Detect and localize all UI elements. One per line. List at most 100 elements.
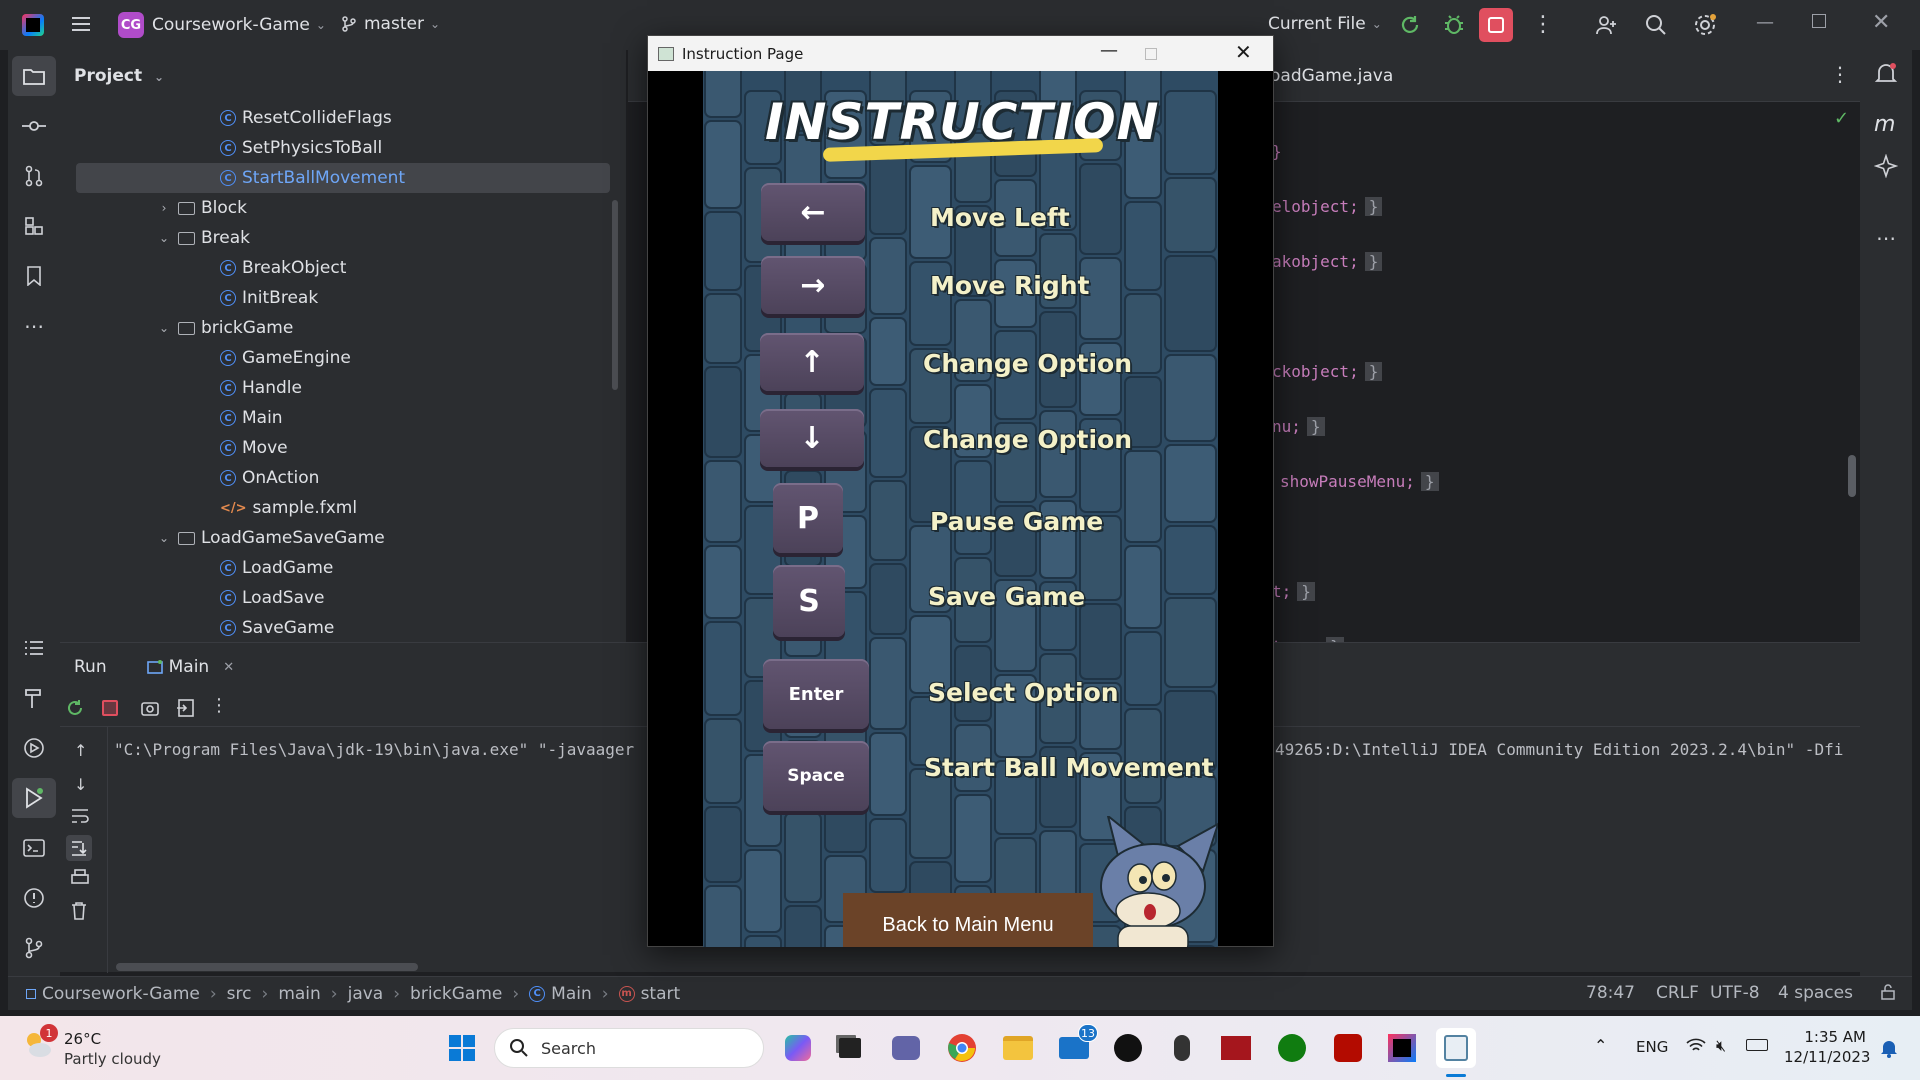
mouse-app-icon[interactable] — [1162, 1028, 1202, 1068]
screenshot-camera-icon[interactable] — [140, 698, 160, 722]
tree-file-row[interactable]: C StartBallMovement — [76, 163, 610, 193]
pull-requests-icon[interactable] — [8, 156, 60, 196]
scroll-to-end-icon[interactable] — [66, 835, 92, 861]
commit-tool-icon[interactable] — [8, 106, 60, 146]
folded-brace[interactable]: } — [1364, 197, 1383, 216]
window-minimize-icon[interactable]: — — [1100, 40, 1118, 61]
tree-file-row[interactable]: C BreakObject — [220, 253, 346, 283]
tree-file-row[interactable]: C LoadGame — [220, 553, 333, 583]
mail-icon[interactable]: 13 — [1054, 1024, 1098, 1068]
line-separator[interactable]: CRLF — [1656, 983, 1699, 1003]
print-icon[interactable] — [70, 869, 90, 891]
add-user-icon[interactable] — [1594, 13, 1618, 41]
folded-brace[interactable]: } — [1420, 472, 1439, 491]
window-close-icon[interactable]: ✕ — [1872, 10, 1890, 35]
folded-brace[interactable]: } — [1364, 362, 1383, 381]
code-line[interactable]: nu;} — [1272, 417, 1325, 436]
trash-icon[interactable] — [70, 901, 88, 925]
soft-wrap-icon[interactable] — [70, 807, 90, 829]
instruction-window-titlebar[interactable]: Instruction Page — ✕ — [648, 36, 1273, 71]
project-tool-icon[interactable] — [12, 56, 56, 96]
weather-widget[interactable]: 1 — [22, 1024, 58, 1064]
notifications-bell-icon[interactable] — [1874, 62, 1898, 90]
more-tools-icon[interactable]: ⋯ — [8, 306, 60, 346]
notification-bell-icon[interactable] — [1880, 1038, 1898, 1062]
java-app-icon[interactable] — [1436, 1028, 1476, 1068]
language-indicator[interactable]: ENG — [1636, 1038, 1668, 1056]
more-actions-icon[interactable]: ⋮ — [1532, 12, 1554, 37]
tree-file-row[interactable]: C OnAction — [220, 463, 319, 493]
volume-muted-icon[interactable]: 🔇︎ — [1716, 1036, 1726, 1056]
tree-folder-row[interactable]: ⌄ LoadGameSaveGame — [156, 523, 385, 553]
editor-scrollbar[interactable] — [1848, 455, 1856, 497]
ai-assistant-icon[interactable] — [1873, 153, 1899, 182]
project-panel-header[interactable]: Project ⌄ — [74, 66, 164, 86]
breadcrumb-item[interactable]: src — [227, 984, 252, 1004]
intellij-logo-icon[interactable] — [22, 14, 44, 36]
window-maximize-icon[interactable] — [1812, 14, 1826, 28]
window-minimize-icon[interactable]: — — [1756, 12, 1774, 33]
breadcrumb-item[interactable]: Coursework-Game — [42, 984, 200, 1004]
code-line[interactable]: showPauseMenu;} — [1280, 472, 1439, 491]
rerun-icon[interactable] — [65, 698, 85, 722]
rerun-icon[interactable] — [1398, 13, 1422, 41]
run-tab-main[interactable]: Main ✕ — [146, 657, 234, 677]
run-tool-icon[interactable] — [12, 778, 56, 818]
chevron-down-icon[interactable]: ⌄ — [156, 531, 172, 545]
maven-icon[interactable]: m — [1874, 112, 1895, 137]
tree-file-row[interactable]: C LoadSave — [220, 583, 325, 613]
taskbar-search-box[interactable]: Search — [494, 1028, 764, 1068]
code-line[interactable]: elobject;} — [1272, 197, 1383, 216]
github-icon[interactable] — [1108, 1028, 1148, 1068]
run-config-selector[interactable]: Current File ⌄ — [1268, 14, 1382, 34]
battery-icon[interactable] — [1746, 1039, 1768, 1051]
breadcrumb-item[interactable]: start — [641, 984, 681, 1004]
wifi-icon[interactable] — [1686, 1038, 1706, 1058]
main-menu-icon[interactable] — [70, 13, 94, 35]
tree-file-row[interactable]: C SetPhysicsToBall — [220, 133, 382, 163]
services-icon[interactable] — [8, 728, 60, 768]
lock-icon[interactable] — [1880, 984, 1896, 1005]
more-actions-icon[interactable]: ⋮ — [210, 695, 228, 716]
tree-file-row[interactable]: C SaveGame — [220, 613, 334, 643]
tree-file-row[interactable]: C ResetCollideFlags — [220, 103, 392, 133]
back-to-main-menu-button[interactable]: Back to Main Menu — [843, 893, 1093, 947]
task-view-icon[interactable] — [830, 1028, 870, 1068]
tree-file-row[interactable]: C Handle — [220, 373, 302, 403]
console-output-right[interactable]: 49265:D:\IntelliJ IDEA Community Edition… — [1275, 740, 1843, 759]
git-icon[interactable] — [8, 928, 60, 968]
intellij-icon[interactable] — [1382, 1028, 1422, 1068]
tree-file-row[interactable]: C Move — [220, 433, 288, 463]
tree-folder-row[interactable]: › Block — [156, 193, 247, 223]
tree-file-row[interactable]: C InitBreak — [220, 283, 318, 313]
red-app-icon[interactable] — [1216, 1028, 1256, 1068]
caret-position[interactable]: 78:47 — [1586, 983, 1635, 1003]
editor-tab[interactable]: oadGame.java — [1270, 66, 1393, 86]
search-icon[interactable] — [1644, 13, 1668, 41]
bookmarks-icon[interactable] — [8, 256, 60, 296]
breadcrumb-item[interactable]: java — [348, 984, 384, 1004]
indent-setting[interactable]: 4 spaces — [1778, 983, 1853, 1003]
clock-time[interactable]: 1:35 AM — [1790, 1028, 1866, 1046]
windows-start-icon[interactable] — [442, 1028, 482, 1068]
editor-more-icon[interactable]: ⋮ — [1830, 62, 1850, 86]
clock-date[interactable]: 12/11/2023 — [1784, 1048, 1870, 1066]
breadcrumb-item[interactable]: main — [278, 984, 320, 1004]
folded-brace[interactable]: } — [1306, 417, 1325, 436]
teams-chat-icon[interactable] — [886, 1028, 926, 1068]
file-explorer-icon[interactable] — [998, 1028, 1038, 1068]
chrome-icon[interactable] — [942, 1028, 982, 1068]
stop-icon[interactable] — [102, 700, 118, 716]
tree-file-row[interactable]: </> sample.fxml — [220, 493, 357, 523]
branch-selector[interactable]: master ⌄ — [340, 14, 440, 34]
code-line[interactable]: akobject;} — [1272, 252, 1383, 271]
arrow-up-icon[interactable]: ↑ — [74, 741, 87, 760]
tree-file-row[interactable]: C Main — [220, 403, 283, 433]
window-maximize-icon[interactable] — [1145, 48, 1157, 60]
console-output-left[interactable]: "C:\Program Files\Java\jdk-19\bin\java.e… — [114, 740, 634, 759]
stop-button[interactable] — [1479, 8, 1513, 42]
tree-folder-row[interactable]: ⌄ brickGame — [156, 313, 293, 343]
structure-tool-icon[interactable] — [8, 206, 60, 246]
acrobat-icon[interactable] — [1328, 1028, 1368, 1068]
show-hidden-icons[interactable]: ⌃ — [1594, 1036, 1607, 1055]
